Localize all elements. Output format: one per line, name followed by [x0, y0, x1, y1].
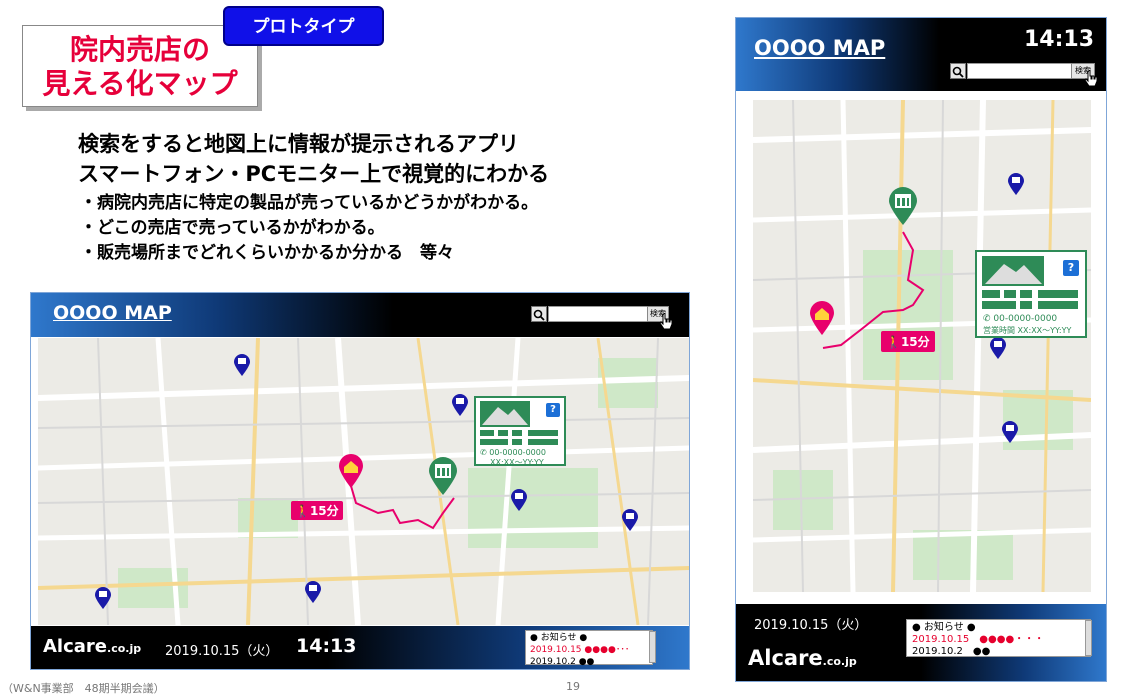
pc-store-pin-blue-icon[interactable]	[451, 393, 469, 421]
pc-news-scrollbar[interactable]	[649, 631, 656, 663]
pc-news-box[interactable]: ● お知らせ ● 2019.10.15 ●●●●･･･ 2019.10.2 ●●	[525, 630, 653, 668]
slide-title-line1: 院内売店の	[69, 33, 210, 66]
pc-news-item[interactable]: 2019.10.15 ●●●●･･･	[530, 644, 648, 656]
headline-2: スマートフォン・PCモニター上で視覚的にわかる	[78, 162, 550, 186]
pc-map[interactable]: 🚶15分 ? ✆ 00-0000-0000 XX:XX〜YY:YY	[38, 338, 689, 625]
phone-icon: ✆	[480, 448, 490, 457]
store-photo-placeholder	[480, 401, 530, 427]
sp-hospital-pin-icon[interactable]	[809, 300, 835, 340]
pc-walk-time-badge: 🚶15分	[291, 501, 343, 520]
bullet-1: ・病院内売店に特定の製品が売っているかどうかがわかる。	[80, 193, 539, 213]
hand-cursor-icon	[1084, 67, 1098, 92]
pc-store-pin-blue-icon[interactable]	[94, 586, 112, 614]
news-marks: ●●	[972, 646, 991, 657]
hand-cursor-icon	[659, 310, 673, 335]
sp-store-hours-label: 営業時間	[983, 326, 1015, 335]
sp-news-header: ● お知らせ ●	[912, 622, 976, 633]
store-details-placeholder	[982, 290, 1078, 309]
pc-hospital-pin-icon[interactable]	[338, 453, 364, 493]
sp-news-item[interactable]: 2019.10.2 ●●	[912, 646, 1085, 658]
pc-store-phone-number: 00-0000-0000	[489, 448, 546, 457]
pc-store-hours: XX:XX〜YY:YY	[490, 458, 544, 467]
news-date: 2019.10.2	[530, 657, 576, 667]
pc-store-info-card[interactable]: ? ✆ 00-0000-0000 XX:XX〜YY:YY	[474, 396, 566, 467]
sp-store-hours: 営業時間 XX:XX〜YY:YY	[983, 325, 1071, 336]
pc-brand-suffix: .co.jp	[107, 642, 142, 655]
pc-brand: Alcare.co.jp	[43, 636, 141, 657]
pc-clock: 14:13	[296, 635, 357, 657]
sp-store-hours-value: XX:XX〜YY:YY	[1017, 326, 1072, 335]
bullet-3: ・販売場所までどれくらいかかるか分かる 等々	[80, 243, 454, 263]
help-icon[interactable]: ?	[1063, 260, 1079, 276]
pc-store-pin-blue-icon[interactable]	[510, 488, 528, 516]
sp-store-pin-blue-icon[interactable]	[1007, 172, 1025, 200]
pc-store-pin-blue-icon[interactable]	[304, 580, 322, 608]
sp-brand-name: Alcare	[748, 646, 823, 670]
phone-icon: ✆	[983, 314, 994, 324]
pc-mockup: OOOO MAP 検索 🚶15分 ? ✆ 00-0000-0000 XX:XX〜…	[30, 292, 690, 670]
pc-footer: Alcare.co.jp 2019.10.15（火） 14:13 ● お知らせ …	[31, 626, 689, 669]
walking-person-icon: 🚶	[295, 504, 310, 518]
pc-news-header: ● お知らせ ●	[530, 633, 588, 643]
headline-1: 検索をすると地図上に情報が提示されるアプリ	[78, 132, 519, 156]
slide-page-number: 19	[566, 680, 580, 693]
pc-header: OOOO MAP 検索	[31, 293, 689, 337]
news-date: 2019.10.2	[912, 646, 963, 657]
sp-store-phone-number: 00-0000-0000	[993, 314, 1058, 324]
sp-clock: 14:13	[1024, 27, 1095, 52]
sp-map-title: OOOO MAP	[754, 36, 886, 60]
sp-search-input[interactable]	[967, 63, 1073, 79]
store-details-placeholder	[480, 430, 558, 445]
slide-title-line2: 見える化マップ	[42, 67, 238, 100]
news-date: 2019.10.15	[530, 645, 582, 655]
sp-store-phone: ✆ 00-0000-0000	[983, 314, 1057, 324]
sp-store-pin-blue-icon[interactable]	[989, 336, 1007, 364]
sp-mockup: OOOO MAP 14:13 検索 🚶15分 ? ✆ 00-0000-0000 …	[735, 17, 1107, 682]
help-icon[interactable]: ?	[546, 403, 560, 417]
sp-store-pin-blue-icon[interactable]	[1001, 420, 1019, 448]
sp-footer: 2019.10.15（火） Alcare.co.jp ● お知らせ ● 2019…	[736, 604, 1106, 681]
pc-date: 2019.10.15（火）	[165, 644, 279, 659]
news-date: 2019.10.15	[912, 634, 970, 645]
pc-search-input[interactable]	[548, 306, 648, 322]
sp-map[interactable]: 🚶15分 ? ✆ 00-0000-0000 営業時間 XX:XX〜YY:YY	[753, 100, 1091, 592]
walking-person-icon: 🚶	[886, 335, 901, 349]
pc-store-pin-blue-icon[interactable]	[233, 353, 251, 381]
pc-walk-time: 15分	[309, 504, 339, 518]
pc-store-pin-icon[interactable]	[428, 456, 458, 500]
pc-store-pin-blue-icon[interactable]	[621, 508, 639, 536]
bullet-2: ・どこの売店で売っているかがわかる。	[80, 218, 385, 238]
pc-store-phone: ✆ 00-0000-0000	[480, 448, 546, 457]
sp-news-box[interactable]: ● お知らせ ● 2019.10.15 ●●●●・・・ 2019.10.2 ●●	[906, 619, 1091, 657]
sp-header: OOOO MAP 14:13 検索	[736, 18, 1106, 91]
pc-brand-name: Alcare	[43, 636, 108, 657]
sp-store-pin-icon[interactable]	[888, 186, 918, 230]
news-marks: ●●●●･･･	[584, 645, 630, 655]
sp-date: 2019.10.15（火）	[754, 618, 868, 633]
sp-brand-suffix: .co.jp	[822, 655, 857, 668]
store-photo-placeholder	[982, 256, 1044, 286]
sp-store-info-card[interactable]: ? ✆ 00-0000-0000 営業時間 XX:XX〜YY:YY	[975, 250, 1087, 338]
slide-footer-label: （W&N事業部 48期半期会議）	[2, 682, 165, 695]
sp-walk-time: 15分	[900, 335, 930, 349]
search-icon[interactable]	[531, 306, 547, 322]
sp-walk-time-badge: 🚶15分	[881, 331, 935, 352]
prototype-badge: プロトタイプ	[223, 6, 384, 46]
pc-map-title: OOOO MAP	[53, 302, 172, 324]
sp-news-scrollbar[interactable]	[1085, 620, 1092, 656]
sp-news-item[interactable]: 2019.10.15 ●●●●・・・	[912, 634, 1085, 646]
news-marks: ●●	[578, 657, 595, 667]
news-marks: ●●●●・・・	[979, 634, 1045, 645]
pc-news-item[interactable]: 2019.10.2 ●●	[530, 656, 648, 668]
sp-brand: Alcare.co.jp	[748, 646, 857, 670]
search-icon[interactable]	[950, 63, 966, 79]
